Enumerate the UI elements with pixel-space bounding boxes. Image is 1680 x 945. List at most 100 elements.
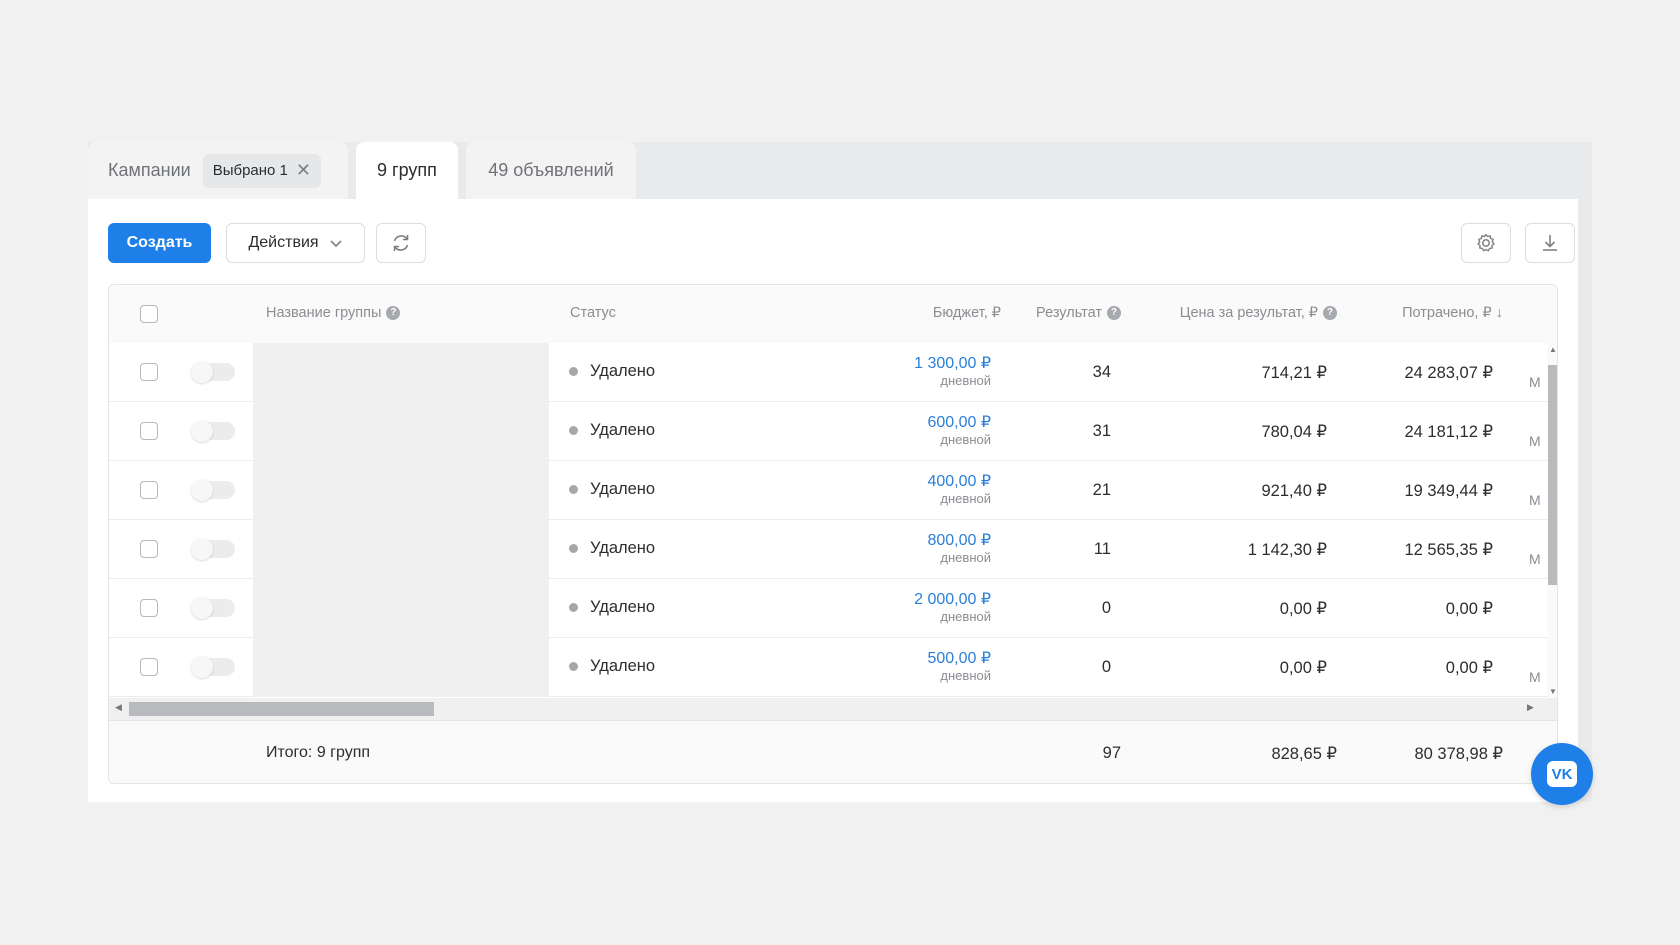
table-row[interactable]: Удалено 500,00 ₽ дневной 0 0,00 ₽ 0,00 ₽ …: [109, 638, 1547, 697]
status-dot-icon: [569, 662, 578, 671]
budget-cell[interactable]: 600,00 ₽ дневной: [927, 414, 991, 447]
table-footer: Итого: 9 групп 97 828,65 ₽ 80 378,98 ₽: [109, 720, 1557, 783]
group-name-cell[interactable]: [253, 343, 549, 402]
total-cost: 828,65 ₽: [1271, 745, 1337, 763]
cost-cell: 780,04 ₽: [1261, 423, 1327, 441]
budget-period: дневной: [940, 668, 991, 683]
total-spent: 80 378,98 ₽: [1414, 745, 1504, 763]
group-name-cell[interactable]: [253, 402, 549, 461]
row-checkbox[interactable]: [140, 540, 158, 558]
column-name[interactable]: Название группы ?: [266, 305, 401, 321]
help-icon[interactable]: ?: [1107, 306, 1121, 320]
result-cell: 34: [1092, 363, 1111, 381]
tab-campaigns-label: Кампании: [108, 160, 191, 180]
result-cell: 11: [1093, 540, 1111, 558]
table-row[interactable]: Удалено 2 000,00 ₽ дневной 0 0,00 ₽ 0,00 …: [109, 579, 1547, 638]
cost-cell: 1 142,30 ₽: [1247, 541, 1327, 559]
row-toggle[interactable]: [191, 597, 235, 619]
row-toggle[interactable]: [191, 361, 235, 383]
budget-amount[interactable]: 800,00 ₽: [927, 532, 991, 550]
group-name-cell[interactable]: [253, 638, 549, 697]
vertical-scroll-thumb[interactable]: [1548, 365, 1557, 585]
create-button[interactable]: Создать: [108, 223, 211, 263]
spent-cell: 24 283,07 ₽: [1404, 364, 1494, 382]
refresh-button[interactable]: [376, 223, 426, 263]
budget-cell[interactable]: 2 000,00 ₽ дневной: [914, 591, 991, 624]
truncated-cell: М: [1529, 551, 1541, 567]
truncated-cell: М: [1529, 374, 1541, 390]
budget-amount[interactable]: 2 000,00 ₽: [914, 591, 991, 609]
result-cell: 0: [1101, 599, 1111, 617]
groups-table: Название группы ? Статус Бюджет, ₽ Резул…: [108, 284, 1558, 784]
budget-cell[interactable]: 500,00 ₽ дневной: [927, 650, 991, 683]
horizontal-scroll-thumb[interactable]: [129, 702, 434, 716]
download-button[interactable]: [1525, 223, 1575, 263]
row-checkbox[interactable]: [140, 658, 158, 676]
budget-amount[interactable]: 1 300,00 ₽: [914, 355, 991, 373]
column-budget[interactable]: Бюджет, ₽: [933, 305, 1001, 321]
row-checkbox[interactable]: [140, 422, 158, 440]
scroll-up-arrow-icon[interactable]: ▲: [1549, 345, 1557, 354]
column-spent[interactable]: Потрачено, ₽ ↓: [1402, 305, 1503, 321]
status-label: Удалено: [590, 480, 656, 498]
total-label: Итого: 9 групп: [266, 744, 371, 761]
scroll-down-arrow-icon[interactable]: ▼: [1549, 687, 1557, 696]
tab-groups-label: 9 групп: [377, 160, 437, 180]
group-name-cell[interactable]: [253, 461, 549, 520]
column-status-label: Статус: [570, 305, 616, 321]
spent-cell: 12 565,35 ₽: [1404, 541, 1494, 559]
selection-chip-label: Выбрано 1: [212, 162, 288, 179]
scroll-left-arrow-icon[interactable]: ◀: [115, 702, 122, 713]
horizontal-scrollbar[interactable]: ◀ ▶: [109, 698, 1557, 720]
settings-button[interactable]: [1461, 223, 1511, 263]
budget-cell[interactable]: 1 300,00 ₽ дневной: [914, 355, 991, 388]
select-all-checkbox[interactable]: [140, 305, 158, 323]
status-label: Удалено: [590, 539, 656, 557]
cost-cell: 0,00 ₽: [1279, 659, 1327, 677]
help-icon[interactable]: ?: [386, 306, 401, 320]
column-status[interactable]: Статус: [570, 305, 616, 321]
row-toggle[interactable]: [191, 420, 235, 442]
budget-cell[interactable]: 800,00 ₽ дневной: [927, 532, 991, 565]
tab-campaigns[interactable]: Кампании Выбрано 1 ✕: [88, 142, 348, 199]
vk-help-button[interactable]: VK: [1531, 743, 1593, 805]
status-label: Удалено: [590, 598, 656, 616]
tab-ads-label: 49 объявлений: [488, 160, 614, 180]
table-row[interactable]: Удалено 800,00 ₽ дневной 11 1 142,30 ₽ 12…: [109, 520, 1547, 579]
cost-cell: 0,00 ₽: [1279, 600, 1327, 618]
table-row[interactable]: Удалено 400,00 ₽ дневной 21 921,40 ₽ 19 3…: [109, 461, 1547, 520]
group-name-cell[interactable]: [253, 520, 549, 579]
status-cell: Удалено: [569, 598, 655, 617]
close-icon[interactable]: ✕: [296, 160, 311, 181]
table-header: Название группы ? Статус Бюджет, ₽ Резул…: [109, 285, 1557, 344]
row-toggle[interactable]: [191, 656, 235, 678]
row-checkbox[interactable]: [140, 481, 158, 499]
row-toggle[interactable]: [191, 538, 235, 560]
row-toggle[interactable]: [191, 479, 235, 501]
budget-amount[interactable]: 500,00 ₽: [927, 650, 991, 668]
help-icon[interactable]: ?: [1323, 306, 1337, 320]
scroll-right-arrow-icon[interactable]: ▶: [1527, 702, 1534, 713]
vertical-scrollbar[interactable]: ▲ ▼: [1547, 343, 1557, 698]
table-row[interactable]: Удалено 600,00 ₽ дневной 31 780,04 ₽ 24 1…: [109, 402, 1547, 461]
actions-dropdown[interactable]: Действия: [226, 223, 365, 263]
budget-amount[interactable]: 600,00 ₽: [927, 414, 991, 432]
tab-ads[interactable]: 49 объявлений: [466, 142, 636, 199]
status-label: Удалено: [590, 421, 656, 439]
level-tabs: Кампании Выбрано 1 ✕ 9 групп 49 объявлен…: [88, 142, 644, 199]
column-cost[interactable]: Цена за результат, ₽ ?: [1180, 305, 1337, 321]
column-budget-label: Бюджет, ₽: [932, 305, 1001, 321]
row-checkbox[interactable]: [140, 599, 158, 617]
column-cost-label: Цена за результат, ₽: [1179, 305, 1318, 321]
tab-groups[interactable]: 9 групп: [356, 142, 458, 199]
truncated-cell: М: [1529, 433, 1541, 449]
group-name-cell[interactable]: [253, 579, 549, 638]
budget-cell[interactable]: 400,00 ₽ дневной: [927, 473, 991, 506]
status-dot-icon: [569, 367, 578, 376]
budget-amount[interactable]: 400,00 ₽: [927, 473, 991, 491]
status-cell: Удалено: [569, 480, 655, 499]
column-result[interactable]: Результат ?: [1036, 305, 1121, 321]
row-checkbox[interactable]: [140, 363, 158, 381]
table-row[interactable]: Удалено 1 300,00 ₽ дневной 34 714,21 ₽ 24…: [109, 343, 1547, 402]
vk-logo-text: VK: [1551, 765, 1573, 783]
